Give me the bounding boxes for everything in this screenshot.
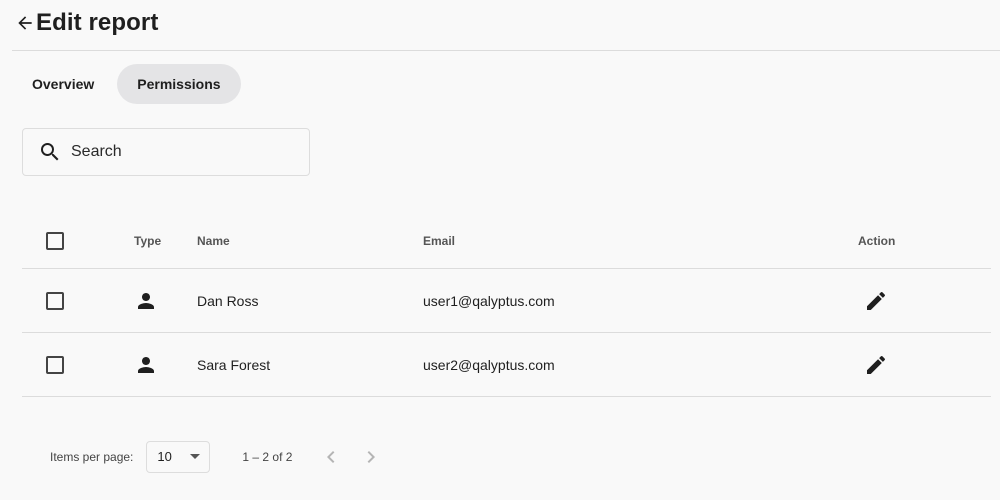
edit-button[interactable] (856, 345, 896, 385)
edit-button[interactable] (856, 281, 896, 321)
tab-overview[interactable]: Overview (12, 64, 117, 104)
person-icon (134, 353, 158, 377)
arrow-left-icon (18, 16, 32, 30)
table-row: Sara Forest user2@qalyptus.com (22, 333, 991, 397)
name-cell: Dan Ross (197, 292, 259, 309)
paginator: Items per page: 10 1 – 2 of 2 (50, 440, 391, 473)
row-select-cell (46, 333, 64, 396)
row-checkbox[interactable] (46, 355, 64, 374)
action-cell (858, 269, 896, 332)
action-cell (858, 333, 896, 396)
page-range-label: 1 – 2 of 2 (242, 449, 293, 464)
back-button[interactable] (14, 12, 36, 34)
edit-report-page: Edit report Overview Permissions Type Na… (0, 0, 1000, 500)
column-header-action: Action (858, 233, 896, 248)
person-icon (134, 289, 158, 313)
row-checkbox[interactable] (46, 291, 64, 310)
select-all-checkbox[interactable] (46, 231, 64, 250)
search-icon (38, 140, 62, 164)
search-input[interactable] (71, 137, 291, 167)
items-per-page-value: 10 (157, 449, 172, 464)
table-row: Dan Ross user1@qalyptus.com (22, 269, 991, 333)
page-header: Edit report (12, 0, 1000, 51)
search-field[interactable] (22, 128, 310, 176)
column-header-email: Email (423, 233, 456, 248)
type-cell (134, 269, 158, 332)
email-cell: user1@qalyptus.com (423, 292, 555, 309)
column-header-name: Name (197, 233, 230, 248)
email-cell: user2@qalyptus.com (423, 356, 555, 373)
type-cell (134, 333, 158, 396)
items-per-page-select[interactable]: 10 (146, 440, 211, 473)
page-title: Edit report (36, 9, 159, 36)
permissions-table: Type Name Email Action Dan Ross user1@qa… (22, 212, 991, 397)
name-cell: Sara Forest (197, 356, 271, 373)
tab-permissions[interactable]: Permissions (117, 64, 241, 104)
column-header-type: Type (134, 233, 162, 248)
table-header-row: Type Name Email Action (22, 212, 991, 269)
previous-page-button[interactable] (311, 437, 351, 477)
next-page-button[interactable] (351, 437, 391, 477)
chevron-left-icon (327, 450, 335, 463)
select-all-cell (46, 212, 64, 269)
items-per-page-label: Items per page: (50, 449, 134, 464)
row-select-cell (46, 269, 64, 332)
pencil-icon (867, 291, 886, 310)
caret-down-icon (190, 454, 201, 459)
tab-bar: Overview Permissions (12, 64, 241, 104)
chevron-right-icon (368, 450, 376, 463)
pencil-icon (867, 355, 886, 374)
